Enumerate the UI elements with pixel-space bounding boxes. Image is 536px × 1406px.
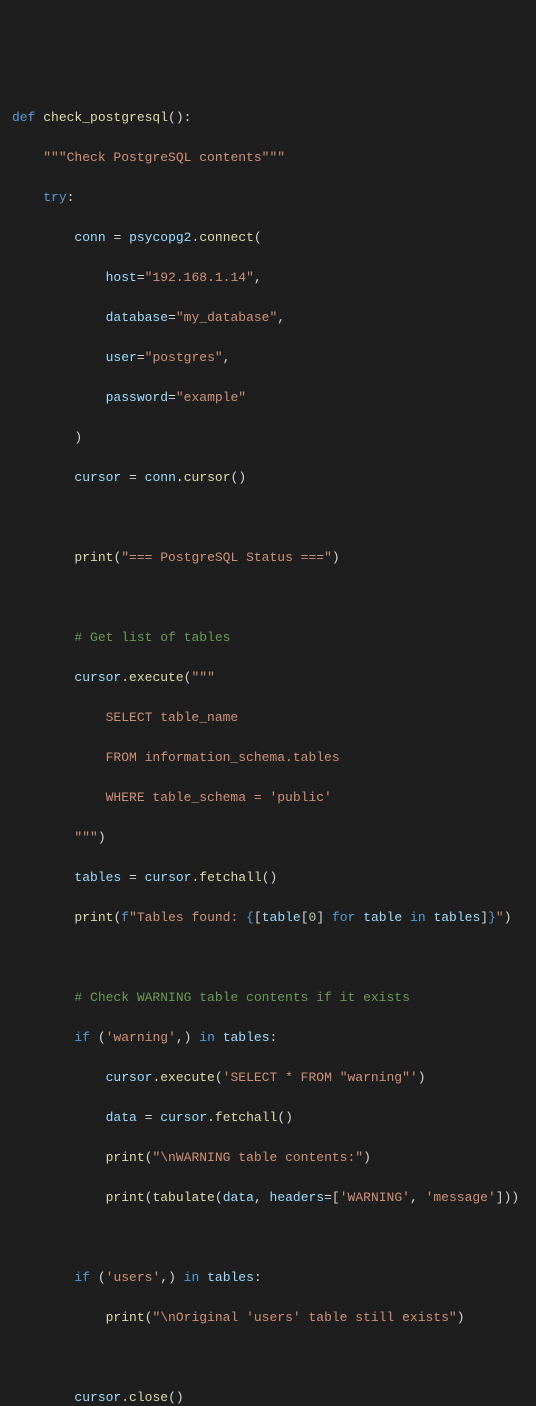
code-line: conn = psycopg2.connect( bbox=[12, 228, 536, 248]
code-line: database="my_database", bbox=[12, 308, 536, 328]
code-line: user="postgres", bbox=[12, 348, 536, 368]
code-line: host="192.168.1.14", bbox=[12, 268, 536, 288]
code-line: ) bbox=[12, 428, 536, 448]
code-line: data = cursor.fetchall() bbox=[12, 1108, 536, 1128]
function-name: check_postgresql bbox=[43, 110, 168, 125]
code-line: # Check WARNING table contents if it exi… bbox=[12, 988, 536, 1008]
code-line: FROM information_schema.tables bbox=[12, 748, 536, 768]
code-line: if ('warning',) in tables: bbox=[12, 1028, 536, 1048]
code-line: # Get list of tables bbox=[12, 628, 536, 648]
code-line: print("\nWARNING table contents:") bbox=[12, 1148, 536, 1168]
code-line: cursor.execute('SELECT * FROM "warning"'… bbox=[12, 1068, 536, 1088]
code-line bbox=[12, 588, 536, 608]
code-line bbox=[12, 1348, 536, 1368]
code-line bbox=[12, 508, 536, 528]
keyword-try: try bbox=[43, 190, 66, 205]
code-line: password="example" bbox=[12, 388, 536, 408]
code-line: if ('users',) in tables: bbox=[12, 1268, 536, 1288]
code-line: print(f"Tables found: {[table[0] for tab… bbox=[12, 908, 536, 928]
keyword-def: def bbox=[12, 110, 35, 125]
code-line: cursor.close() bbox=[12, 1388, 536, 1406]
code-line: """) bbox=[12, 828, 536, 848]
code-line: cursor = conn.cursor() bbox=[12, 468, 536, 488]
code-line: try: bbox=[12, 188, 536, 208]
code-line: print("\nOriginal 'users' table still ex… bbox=[12, 1308, 536, 1328]
code-line: cursor.execute(""" bbox=[12, 668, 536, 688]
code-line: WHERE table_schema = 'public' bbox=[12, 788, 536, 808]
code-line: """Check PostgreSQL contents""" bbox=[12, 148, 536, 168]
code-line: print("=== PostgreSQL Status ===") bbox=[12, 548, 536, 568]
code-line bbox=[12, 948, 536, 968]
code-line: tables = cursor.fetchall() bbox=[12, 868, 536, 888]
code-editor[interactable]: def check_postgresql(): """Check Postgre… bbox=[12, 88, 536, 1406]
code-line: def check_postgresql(): bbox=[12, 108, 536, 128]
code-line: print(tabulate(data, headers=['WARNING',… bbox=[12, 1188, 536, 1208]
code-line: SELECT table_name bbox=[12, 708, 536, 728]
code-line bbox=[12, 1228, 536, 1248]
docstring: """Check PostgreSQL contents""" bbox=[43, 150, 285, 165]
